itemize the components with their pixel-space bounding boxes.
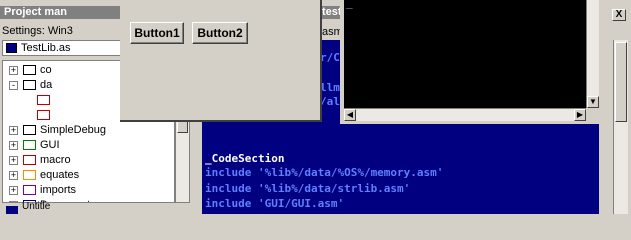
folder-icon <box>23 125 36 135</box>
folder-icon <box>23 65 36 75</box>
tree-item-label: imports <box>40 184 77 196</box>
scroll-down-icon[interactable]: ▼ <box>587 96 599 108</box>
tree-item-label: SimpleDebug <box>40 124 107 136</box>
test-dialog: Button1 Button2 <box>120 0 322 122</box>
collapse-icon[interactable]: - <box>9 81 18 90</box>
code-line: include '%lib%/data/%OS%/memory.asm' <box>205 166 444 179</box>
console-horizontal-scrollbar[interactable]: ◀ ▶ <box>344 108 586 121</box>
folder-icon <box>23 80 36 90</box>
console-cursor: _ <box>346 0 353 9</box>
project-file-icon <box>6 43 17 53</box>
editor-vertical-scrollbar[interactable] <box>613 40 628 214</box>
project-file-label: TestLib.as <box>21 42 71 54</box>
close-icon[interactable]: X <box>612 9 626 21</box>
tree-item-label: equates <box>40 169 80 181</box>
code-partial-line: /al <box>320 95 340 108</box>
editor-scroll-thumb[interactable] <box>615 42 627 122</box>
scroll-right-icon[interactable]: ▶ <box>574 109 586 121</box>
folder-icon <box>37 95 50 105</box>
editor-title: test <box>322 6 342 19</box>
expand-icon[interactable]: + <box>9 126 18 135</box>
expand-icon[interactable]: + <box>9 171 18 180</box>
tree-item-label: co <box>40 64 52 76</box>
resize-grip-icon[interactable] <box>586 108 599 121</box>
button2[interactable]: Button2 <box>192 22 248 44</box>
console-vertical-scrollbar[interactable]: ▼ <box>586 0 599 108</box>
expand-icon[interactable]: + <box>9 186 18 195</box>
untitled-label: Untitle <box>22 201 51 212</box>
button1[interactable]: Button1 <box>130 22 184 44</box>
folder-icon <box>23 185 36 195</box>
code-partial-line: llm <box>320 81 340 94</box>
folder-icon <box>37 110 50 120</box>
code-partial-line: r/C <box>320 51 340 64</box>
tree-item-label: da <box>40 79 53 91</box>
editor-tab[interactable]: asm <box>322 24 342 40</box>
code-line: include '%lib%/data/strlib.asm' <box>205 182 411 195</box>
tree-item-label: GUI <box>40 139 60 151</box>
expand-icon[interactable]: + <box>9 141 18 150</box>
console-screen[interactable]: _ <box>344 0 586 108</box>
folder-icon <box>23 170 36 180</box>
folder-icon <box>23 140 36 150</box>
code-line: include 'GUI/GUI.asm' <box>205 197 345 210</box>
document-icon <box>6 206 18 214</box>
code-line: _CodeSection <box>205 152 285 165</box>
scroll-left-icon[interactable]: ◀ <box>344 109 356 121</box>
expand-icon[interactable]: + <box>9 66 18 75</box>
folder-icon <box>23 155 36 165</box>
expand-icon[interactable]: + <box>9 156 18 165</box>
untitled-item[interactable]: Untitle <box>0 201 203 214</box>
tree-item-label: macro <box>40 154 71 166</box>
